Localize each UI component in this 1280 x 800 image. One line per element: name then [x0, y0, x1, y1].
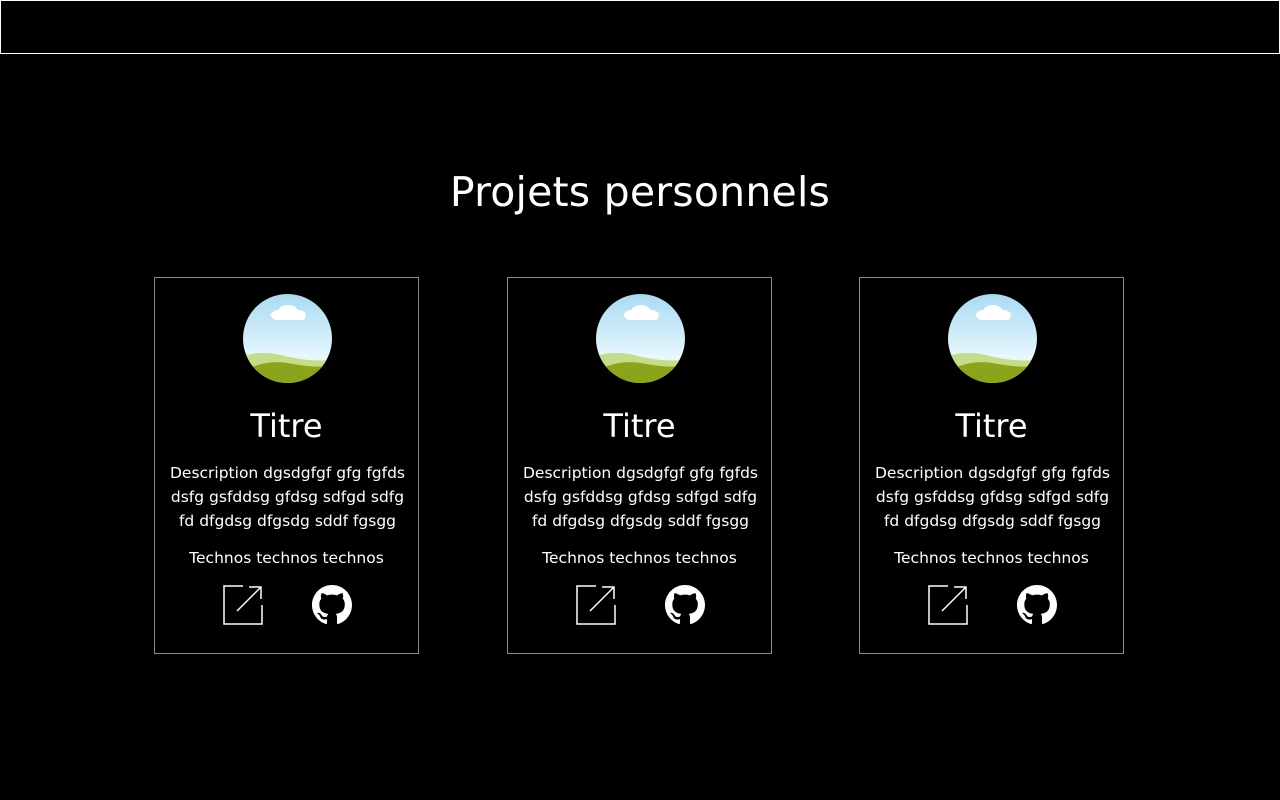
project-description: Description dgsdgfgf gfg fgfds dsfg gsfd… [874, 464, 1111, 530]
project-technos: Technos technos technos [542, 549, 737, 567]
github-icon[interactable] [312, 585, 352, 625]
project-title: Titre [955, 407, 1028, 445]
project-technos: Technos technos technos [894, 549, 1089, 567]
project-title: Titre [603, 407, 676, 445]
project-image-placeholder-icon [596, 294, 685, 383]
external-link-icon[interactable] [576, 585, 616, 625]
external-link-icon[interactable] [223, 585, 263, 625]
github-icon[interactable] [1017, 585, 1057, 625]
project-image-placeholder-icon [243, 294, 332, 383]
top-navbar [0, 0, 1280, 54]
project-description: Description dgsdgfgf gfg fgfds dsfg gsfd… [522, 464, 759, 530]
project-image-placeholder-icon [948, 294, 1037, 383]
projects-grid: Titre Description dgsdgfgf gfg fgfds dsf… [154, 277, 1126, 657]
section-title: Projets personnels [449, 168, 831, 216]
project-card: Titre Description dgsdgfgf gfg fgfds dsf… [507, 277, 772, 654]
project-technos: Technos technos technos [189, 549, 384, 567]
project-title: Titre [250, 407, 323, 445]
project-card: Titre Description dgsdgfgf gfg fgfds dsf… [154, 277, 419, 654]
project-description: Description dgsdgfgf gfg fgfds dsfg gsfd… [169, 464, 406, 530]
project-card: Titre Description dgsdgfgf gfg fgfds dsf… [859, 277, 1124, 654]
external-link-icon[interactable] [928, 585, 968, 625]
github-icon[interactable] [665, 585, 705, 625]
